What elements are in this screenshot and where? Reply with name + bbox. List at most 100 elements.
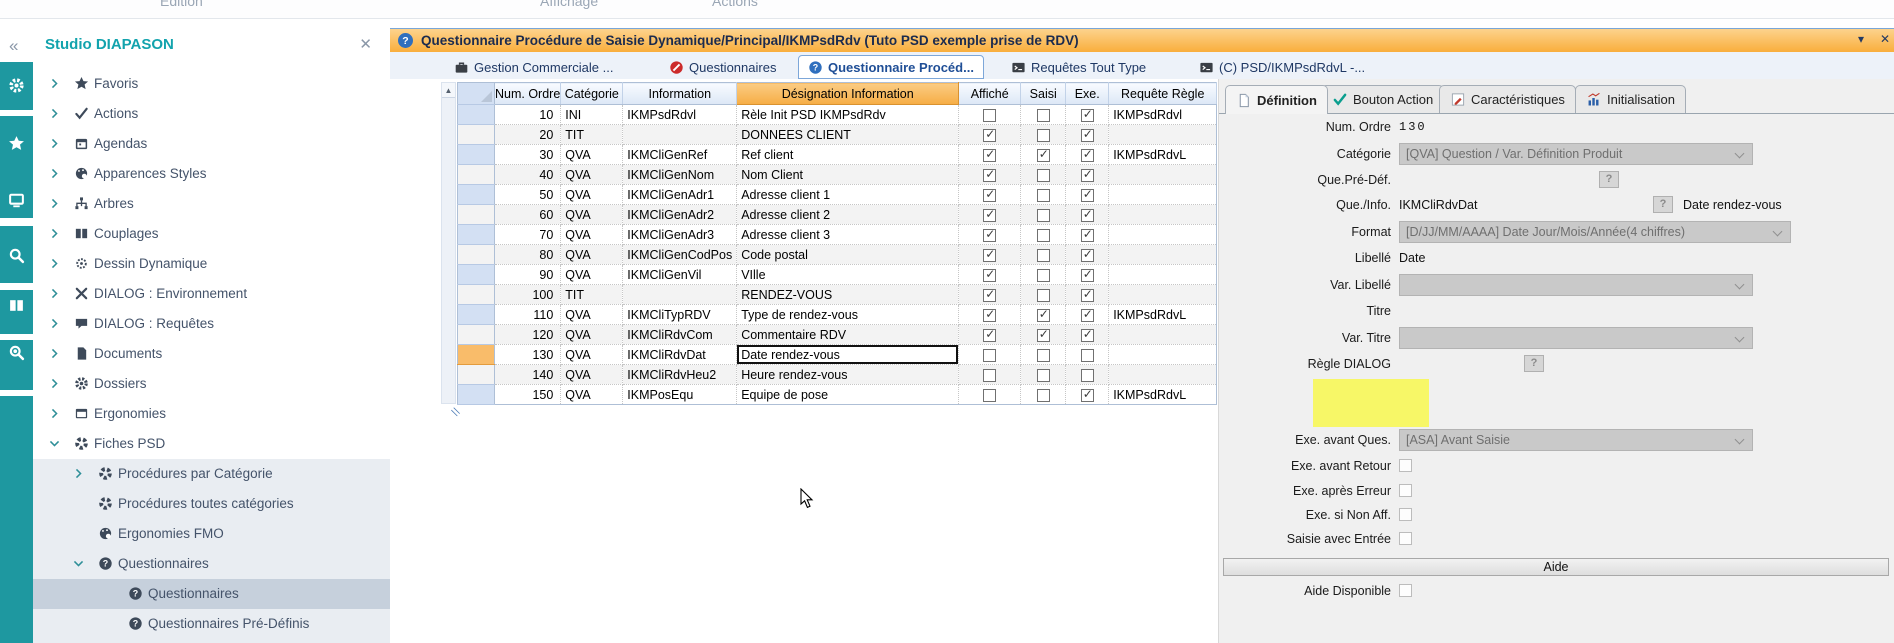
saisi-checkbox[interactable]	[1037, 229, 1050, 242]
cell-affiche[interactable]	[959, 105, 1021, 125]
exe-checkbox[interactable]	[1081, 369, 1094, 382]
panel-tab-caracteristiques[interactable]: Caractéristiques	[1439, 85, 1576, 113]
cell-requete[interactable]: IKMPsdRdvl	[1109, 105, 1217, 125]
cell-exe[interactable]	[1066, 305, 1109, 325]
scroll-up-icon[interactable]: ▲	[442, 83, 455, 98]
categorie-dropdown[interactable]: [QVA] Question / Var. Définition Produit	[1399, 143, 1753, 165]
cell-saisi[interactable]	[1021, 245, 1066, 265]
cell-saisi[interactable]	[1021, 385, 1066, 405]
cell-saisi[interactable]	[1021, 225, 1066, 245]
cell-saisi[interactable]	[1021, 305, 1066, 325]
cell-margin[interactable]	[458, 105, 495, 125]
cell-affiche[interactable]	[959, 285, 1021, 305]
col-header-requete-regle[interactable]: Requête Règle	[1109, 83, 1217, 105]
cell-requete[interactable]	[1109, 325, 1217, 345]
cell-cat[interactable]: QVA	[561, 365, 623, 385]
cell-affiche[interactable]	[959, 385, 1021, 405]
cell-margin[interactable]	[458, 345, 495, 365]
cell-desig[interactable]: RENDEZ-VOUS	[737, 285, 959, 305]
cell-desig[interactable]: VIlle	[737, 265, 959, 285]
cell-num[interactable]: 100	[495, 285, 561, 305]
cell-saisi[interactable]	[1021, 285, 1066, 305]
affiche-checkbox[interactable]	[983, 149, 996, 162]
sidebar-item-favoris[interactable]: Favoris	[33, 69, 390, 99]
cell-cat[interactable]: QVA	[561, 345, 623, 365]
cell-exe[interactable]	[1066, 205, 1109, 225]
cell-num[interactable]: 120	[495, 325, 561, 345]
chevron-right-icon[interactable]	[48, 137, 61, 150]
chevron-right-icon[interactable]	[48, 407, 61, 420]
sidebar-item-couplages[interactable]: Couplages	[33, 219, 390, 249]
affiche-checkbox[interactable]	[983, 189, 996, 202]
cell-affiche[interactable]	[959, 365, 1021, 385]
cell-num[interactable]: 90	[495, 265, 561, 285]
cell-info[interactable]: IKMCliGenVil	[623, 265, 737, 285]
col-header-num-ordre[interactable]: Num. Ordre	[495, 83, 561, 105]
saisi-checkbox[interactable]	[1037, 389, 1050, 402]
resize-grip-icon[interactable]: ||	[449, 405, 461, 417]
cell-margin[interactable]	[458, 165, 495, 185]
sidebar-item-dialog-environnement[interactable]: DIALOG : Environnement	[33, 279, 390, 309]
saisi-checkbox[interactable]	[1037, 169, 1050, 182]
cell-cat[interactable]: QVA	[561, 185, 623, 205]
aide-disponible-checkbox[interactable]	[1399, 584, 1412, 597]
chevron-right-icon[interactable]	[48, 107, 61, 120]
exe-avant-ques-dropdown[interactable]: [ASA] Avant Saisie	[1399, 429, 1753, 451]
sidebar-item-dessin-dynamique[interactable]: Dessin Dynamique	[33, 249, 390, 279]
cell-requete[interactable]	[1109, 185, 1217, 205]
col-header-margin[interactable]	[458, 83, 495, 105]
rail-gear-button[interactable]	[0, 70, 33, 100]
cell-exe[interactable]	[1066, 245, 1109, 265]
cell-exe[interactable]	[1066, 125, 1109, 145]
cell-requete[interactable]	[1109, 225, 1217, 245]
exe-checkbox[interactable]	[1081, 109, 1094, 122]
que-pre-def-help-button[interactable]: ?	[1599, 171, 1619, 188]
cell-requete[interactable]	[1109, 245, 1217, 265]
cell-margin[interactable]	[458, 285, 495, 305]
menu-item-actions[interactable]: Actions	[712, 0, 758, 9]
cell-desig[interactable]: Adresse client 3	[737, 225, 959, 245]
sidebar-item-questionnaires[interactable]: ?Questionnaires	[33, 549, 390, 579]
cell-margin[interactable]	[458, 205, 495, 225]
cell-desig[interactable]: Rèle Init PSD IKMPsdRdv	[737, 105, 959, 125]
sidebar-item-arbres[interactable]: Arbres	[33, 189, 390, 219]
cell-requete[interactable]: IKMPsdRdvL	[1109, 385, 1217, 405]
rail-magnifier-button[interactable]	[0, 240, 33, 270]
cell-exe[interactable]	[1066, 345, 1109, 365]
titlebar-close-icon[interactable]: ✕	[1880, 32, 1890, 46]
cell-saisi[interactable]	[1021, 105, 1066, 125]
tab-gestion-commerciale[interactable]: Gestion Commerciale ...	[445, 55, 622, 79]
saisi-checkbox[interactable]	[1037, 249, 1050, 262]
cell-info[interactable]	[623, 285, 737, 305]
sidebar-item-documents[interactable]: Documents	[33, 339, 390, 369]
chevron-right-icon[interactable]	[48, 347, 61, 360]
cell-affiche[interactable]	[959, 205, 1021, 225]
cell-requete[interactable]	[1109, 205, 1217, 225]
cell-info[interactable]: IKMCliGenAdr2	[623, 205, 737, 225]
cell-margin[interactable]	[458, 225, 495, 245]
panel-tab-bouton-action[interactable]: Bouton Action	[1321, 85, 1444, 113]
cell-info[interactable]: IKMCliGenNom	[623, 165, 737, 185]
cell-exe[interactable]	[1066, 225, 1109, 245]
cell-desig[interactable]: Heure rendez-vous	[737, 365, 959, 385]
cell-exe[interactable]	[1066, 165, 1109, 185]
cell-exe[interactable]	[1066, 325, 1109, 345]
menu-item-affichage[interactable]: Affichage	[540, 0, 598, 9]
exe-checkbox[interactable]	[1081, 129, 1094, 142]
sidebar-close-icon[interactable]: ✕	[359, 35, 372, 53]
cell-cat[interactable]: QVA	[561, 205, 623, 225]
cell-affiche[interactable]	[959, 145, 1021, 165]
cell-num[interactable]: 140	[495, 365, 561, 385]
chevron-right-icon[interactable]	[48, 197, 61, 210]
cell-info[interactable]	[623, 125, 737, 145]
exe-si-non-aff-checkbox[interactable]	[1399, 508, 1412, 521]
cell-saisi[interactable]	[1021, 325, 1066, 345]
saisi-checkbox[interactable]	[1037, 109, 1050, 122]
cell-desig[interactable]: Equipe de pose	[737, 385, 959, 405]
cell-saisi[interactable]	[1021, 365, 1066, 385]
cell-affiche[interactable]	[959, 305, 1021, 325]
saisi-checkbox[interactable]	[1037, 149, 1050, 162]
cell-margin[interactable]	[458, 365, 495, 385]
chevron-right-icon[interactable]	[72, 467, 85, 480]
affiche-checkbox[interactable]	[983, 289, 996, 302]
